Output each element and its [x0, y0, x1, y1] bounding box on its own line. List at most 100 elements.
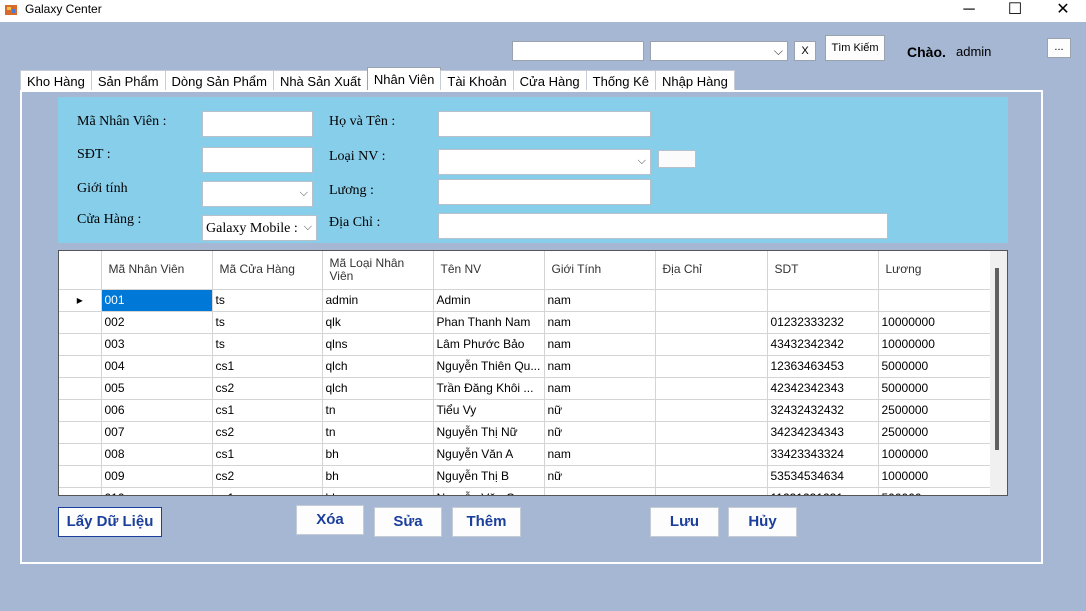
tab-1[interactable]: Sản Phẩm	[90, 70, 166, 91]
grid-column-header[interactable]: Mã Nhân Viên	[101, 251, 213, 290]
row-header[interactable]	[59, 333, 102, 356]
grid-cell[interactable]: cs1	[212, 355, 323, 378]
ma-nhan-vien-input[interactable]	[202, 111, 313, 137]
grid-cell[interactable]	[655, 289, 768, 312]
grid-cell[interactable]: admin	[322, 289, 434, 312]
table-row[interactable]: 006 cs1 tn Tiểu Vy nữ 32432432432 2500000	[59, 399, 991, 422]
tab-7[interactable]: Thống Kê	[585, 70, 657, 91]
row-header[interactable]	[59, 355, 102, 378]
employee-grid[interactable]: Mã Nhân Viên Mã Cửa Hàng Mã Loại Nhân Viên…	[58, 250, 1008, 496]
save-button[interactable]: Lưu	[650, 507, 719, 537]
grid-cell[interactable]: 002	[101, 311, 213, 334]
luong-input[interactable]	[438, 179, 651, 205]
grid-cell[interactable]	[655, 377, 768, 400]
grid-cell[interactable]: cs2	[212, 421, 323, 444]
grid-cell[interactable]: bh	[322, 487, 434, 495]
grid-cell[interactable]	[655, 421, 768, 444]
grid-cell[interactable]	[655, 355, 768, 378]
tab-6[interactable]: Cửa Hàng	[512, 70, 587, 91]
grid-cell[interactable]: qlns	[322, 333, 434, 356]
grid-cell[interactable]: ts	[212, 311, 323, 334]
grid-cell[interactable]: ts	[212, 333, 323, 356]
grid-cell[interactable]: nam	[544, 289, 656, 312]
row-header[interactable]	[59, 487, 102, 495]
grid-cell[interactable]: nam	[544, 333, 656, 356]
title-bar[interactable]: Galaxy Center ─ ☐ ✕	[0, 0, 1086, 22]
row-header[interactable]	[59, 465, 102, 488]
grid-cell[interactable]: 006	[101, 399, 213, 422]
grid-cell[interactable]: cs1	[212, 487, 323, 495]
grid-cell[interactable]: 004	[101, 355, 213, 378]
grid-column-header[interactable]: SDT	[767, 251, 879, 290]
delete-button[interactable]: Xóa	[296, 505, 364, 535]
grid-column-header[interactable]: Giới Tính	[544, 251, 656, 290]
grid-cell[interactable]: 12363463453	[767, 355, 879, 378]
grid-cell[interactable]: Admin	[433, 289, 545, 312]
grid-cell[interactable]: Nguyễn Thiên Qu...	[433, 355, 545, 378]
grid-cell[interactable]: 009	[101, 465, 213, 488]
grid-cell[interactable]: 001	[101, 289, 213, 312]
table-row[interactable]: 007 cs2 tn Nguyễn Thị Nữ nữ 34234234343 250000…	[59, 421, 991, 444]
grid-cell[interactable]: 10000000	[878, 311, 991, 334]
grid-cell[interactable]: 1000000	[878, 443, 991, 466]
grid-cell[interactable]: 11231231231	[767, 487, 879, 495]
search-category-combo[interactable]: ⌵	[650, 41, 788, 61]
grid-cell[interactable]: nam	[544, 377, 656, 400]
grid-cell[interactable]: nam	[544, 443, 656, 466]
grid-cell[interactable]: bh	[322, 465, 434, 488]
dia-chi-input[interactable]	[438, 213, 888, 239]
grid-cell[interactable]: 2500000	[878, 421, 991, 444]
cancel-button[interactable]: Hủy	[728, 507, 797, 537]
grid-cell[interactable]: Phan Thanh Nam	[433, 311, 545, 334]
sdt-input[interactable]	[202, 147, 313, 173]
grid-cell[interactable]: Lâm Phước Bảo	[433, 333, 545, 356]
loai-nv-extra-button[interactable]	[658, 150, 696, 168]
grid-cell[interactable]: tn	[322, 421, 434, 444]
clear-search-button[interactable]: X	[794, 41, 816, 61]
search-input[interactable]	[512, 41, 644, 61]
row-header[interactable]	[59, 421, 102, 444]
maximize-button[interactable]: ☐	[992, 0, 1038, 22]
row-header[interactable]	[59, 399, 102, 422]
load-data-button[interactable]: Lấy Dữ Liệu	[58, 507, 162, 537]
table-row[interactable]: 002 ts qlk Phan Thanh Nam nam 01232333232 1000…	[59, 311, 991, 334]
grid-cell[interactable]: tn	[322, 399, 434, 422]
grid-cell[interactable]: 003	[101, 333, 213, 356]
tab-3[interactable]: Nhà Sản Xuất	[272, 70, 368, 91]
grid-cell[interactable]: nữ	[544, 421, 656, 444]
grid-cell[interactable]: 010	[101, 487, 213, 495]
tab-5[interactable]: Tài Khoản	[440, 70, 514, 91]
gioi-tinh-select[interactable]: ⌵	[202, 181, 313, 207]
grid-cell[interactable]: 33423343324	[767, 443, 879, 466]
grid-cell[interactable]: Nguyễn Thị B	[433, 465, 545, 488]
grid-cell[interactable]: 5000000	[878, 355, 991, 378]
grid-cell[interactable]	[655, 399, 768, 422]
grid-cell[interactable]: 10000000	[878, 333, 991, 356]
edit-button[interactable]: Sửa	[374, 507, 442, 537]
table-row[interactable]: 009 cs2 bh Nguyễn Thị Bnữ 53534534634 1000000	[59, 465, 991, 488]
grid-cell[interactable]: Nguyễn Thị Nữ	[433, 421, 545, 444]
table-row[interactable]: 008 cs1 bh Nguyễn Văn Anam 33423343324 100000…	[59, 443, 991, 466]
tab-0[interactable]: Kho Hàng	[20, 70, 92, 91]
grid-cell[interactable]: 500000	[878, 487, 991, 495]
grid-column-header[interactable]: Mã Cửa Hàng	[212, 251, 323, 290]
grid-cell[interactable]: 1000000	[878, 465, 991, 488]
grid-cell[interactable]: 005	[101, 377, 213, 400]
grid-cell[interactable]	[767, 289, 879, 312]
close-button[interactable]: ✕	[1040, 0, 1086, 22]
vertical-scrollbar[interactable]	[990, 251, 1007, 495]
loai-nv-select[interactable]: ⌵	[438, 149, 651, 175]
grid-cell[interactable]: qlch	[322, 355, 434, 378]
table-row[interactable]: 005 cs2 qlch Trần Đăng Khôi ... nam 423423423…	[59, 377, 991, 400]
grid-cell[interactable]: 007	[101, 421, 213, 444]
grid-cell[interactable]: 32432432432	[767, 399, 879, 422]
minimize-button[interactable]: ─	[946, 0, 992, 22]
table-row[interactable]: 010cs1bhNguyễn Văn Cnam 11231231231500000	[59, 487, 991, 495]
grid-cell[interactable]	[655, 487, 768, 495]
grid-cell[interactable]	[655, 465, 768, 488]
grid-cell[interactable]: 42342342343	[767, 377, 879, 400]
grid-cell[interactable]: nữ	[544, 399, 656, 422]
row-header[interactable]	[59, 377, 102, 400]
grid-cell[interactable]: cs2	[212, 377, 323, 400]
grid-column-header[interactable]: Mã Loại Nhân Viên	[322, 251, 434, 290]
